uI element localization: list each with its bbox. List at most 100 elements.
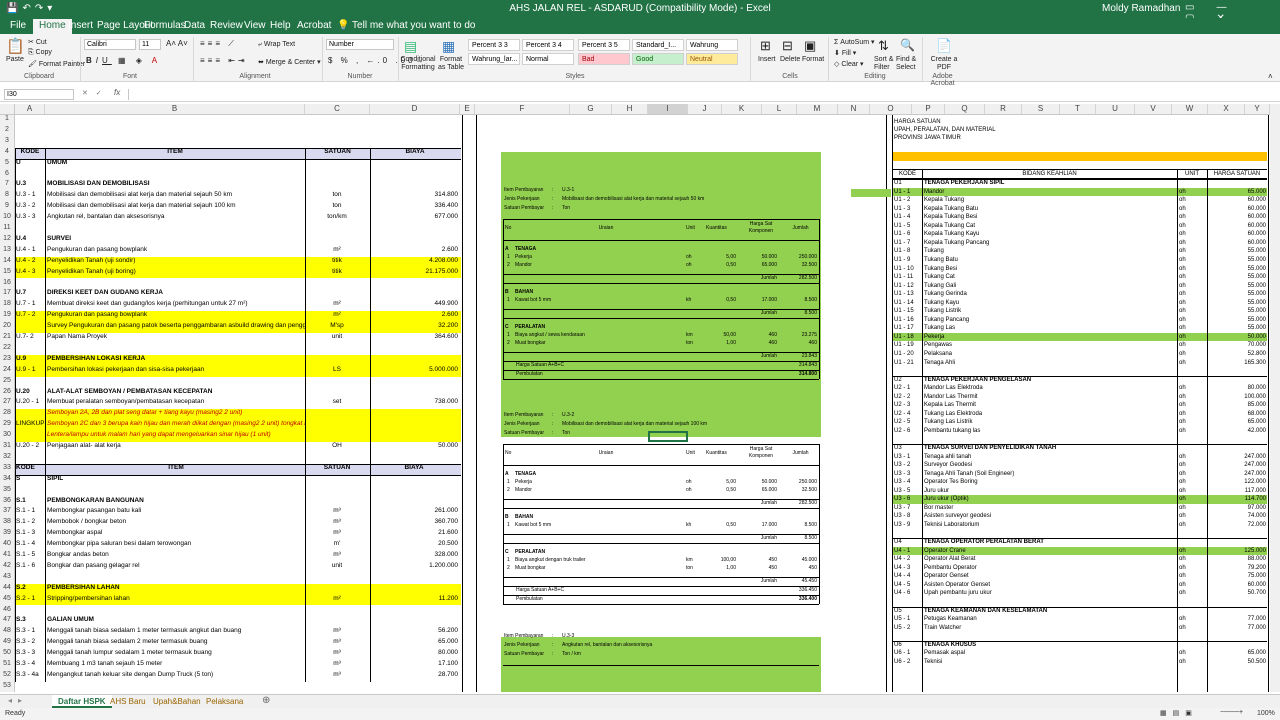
find-select-icon[interactable]: 🔍 <box>900 38 915 52</box>
column-header-Y[interactable]: Y <box>1245 104 1270 114</box>
row-header-44[interactable]: 44 <box>0 584 14 591</box>
create-pdf-icon[interactable]: 📄 <box>936 38 952 54</box>
row-header-52[interactable]: 52 <box>0 671 14 678</box>
column-header-E[interactable]: E <box>460 104 475 114</box>
column-header-B[interactable]: B <box>45 104 305 114</box>
row-header-39[interactable]: 39 <box>0 529 14 536</box>
row-header-3[interactable]: 3 <box>0 137 14 144</box>
add-sheet-icon[interactable]: ⊕ <box>262 695 270 706</box>
column-header-L[interactable]: L <box>762 104 797 114</box>
font-size-combo[interactable]: 11 <box>139 39 161 50</box>
insert-cells-button[interactable]: Insert <box>758 56 776 63</box>
format-painter-button[interactable]: 🖌 Format Painter <box>28 60 85 68</box>
ribbon-tab-2[interactable]: Insert <box>68 20 93 31</box>
grow-shrink-font[interactable]: A˄ A˅ <box>166 39 188 48</box>
column-header-S[interactable]: S <box>1022 104 1060 114</box>
row-header-41[interactable]: 41 <box>0 551 14 558</box>
style-cell-6[interactable]: Normal <box>522 53 574 65</box>
style-cell-9[interactable]: Neutral <box>686 53 738 65</box>
row-header-38[interactable]: 38 <box>0 518 14 525</box>
sheet-tab-3[interactable]: Pelaksana <box>200 695 249 708</box>
style-cell-2[interactable]: Percent 3 5 <box>578 39 630 51</box>
column-header-T[interactable]: T <box>1060 104 1096 114</box>
column-header-W[interactable]: W <box>1172 104 1208 114</box>
formula-cancel-enter[interactable]: ✕ ✓ <box>82 89 105 97</box>
ribbon-tab-0[interactable]: File <box>10 20 26 31</box>
row-header-16[interactable]: 16 <box>0 279 14 286</box>
row-header-28[interactable]: 28 <box>0 409 14 416</box>
row-header-2[interactable]: 2 <box>0 126 14 133</box>
clear-button[interactable]: ◇ Clear ▾ <box>834 60 864 68</box>
row-header-47[interactable]: 47 <box>0 616 14 623</box>
row-header-33[interactable]: 33 <box>0 464 14 471</box>
row-header-1[interactable]: 1 <box>0 115 14 122</box>
zoom-level[interactable]: 100% <box>1257 710 1275 717</box>
selected-cell-outline[interactable] <box>648 431 688 442</box>
column-header-R[interactable]: R <box>985 104 1022 114</box>
ribbon-tab-10[interactable]: 💡 Tell me what you want to do <box>337 20 475 31</box>
row-header-31[interactable]: 31 <box>0 442 14 449</box>
column-header-M[interactable]: M <box>797 104 838 114</box>
font-name-combo[interactable]: Calibri <box>84 39 136 50</box>
column-header-J[interactable]: J <box>688 104 722 114</box>
row-header-14[interactable]: 14 <box>0 257 14 264</box>
row-header-43[interactable]: 43 <box>0 573 14 580</box>
ribbon-tab-1[interactable]: Home <box>33 19 72 34</box>
row-header-36[interactable]: 36 <box>0 497 14 504</box>
row-header-12[interactable]: 12 <box>0 235 14 242</box>
style-cell-1[interactable]: Percent 3 4 <box>522 39 574 51</box>
select-all-corner[interactable] <box>0 104 15 115</box>
format-cells-button[interactable]: Format <box>802 56 824 63</box>
ribbon-tab-6[interactable]: Review <box>210 20 243 31</box>
delete-cells-button[interactable]: Delete <box>780 56 800 63</box>
style-cell-5[interactable]: Wahrung_lar... <box>468 53 520 65</box>
fx-label[interactable]: fx <box>114 88 120 97</box>
row-header-19[interactable]: 19 <box>0 311 14 318</box>
number-format-combo[interactable]: Number <box>326 39 394 50</box>
row-header-10[interactable]: 10 <box>0 213 14 220</box>
column-header-Q[interactable]: Q <box>945 104 985 114</box>
worksheet-grid[interactable]: KODE ITEM SATUAN BIAYA U UMUM U.3 MOBILISASI DA… <box>15 115 1270 692</box>
row-header-15[interactable]: 15 <box>0 268 14 275</box>
conditional-formatting-icon[interactable]: ▤ <box>404 38 417 55</box>
column-header-K[interactable]: K <box>722 104 762 114</box>
insert-cells-icon[interactable]: ⊞ <box>760 38 771 54</box>
sheet-nav-arrows[interactable]: ◂▸ <box>8 696 28 705</box>
create-pdf-button[interactable]: Create a PDF <box>930 56 958 72</box>
row-header-48[interactable]: 48 <box>0 627 14 634</box>
row-header-20[interactable]: 20 <box>0 322 14 329</box>
row-header-30[interactable]: 30 <box>0 431 14 438</box>
bold-italic-underline[interactable]: BIU ▦ ◈ A <box>86 56 161 65</box>
align-top-buttons[interactable]: ≡≡≡ ⟋ <box>200 39 237 49</box>
wrap-text-button[interactable]: ⤶ Wrap Text <box>258 41 295 49</box>
row-header-23[interactable]: 23 <box>0 355 14 362</box>
name-box[interactable]: I30 <box>4 89 74 100</box>
paste-button[interactable]: Paste <box>6 56 24 63</box>
vertical-scrollbar[interactable] <box>1270 104 1280 692</box>
row-header-32[interactable]: 32 <box>0 453 14 460</box>
find-select-button[interactable]: Find & Select <box>896 56 920 72</box>
column-header-D[interactable]: D <box>370 104 460 114</box>
row-header-45[interactable]: 45 <box>0 595 14 602</box>
row-header-9[interactable]: 9 <box>0 202 14 209</box>
row-header-34[interactable]: 34 <box>0 475 14 482</box>
column-header-X[interactable]: X <box>1208 104 1245 114</box>
row-header-17[interactable]: 17 <box>0 289 14 296</box>
zoom-slider[interactable]: −───+ <box>1220 709 1243 716</box>
column-header-C[interactable]: C <box>305 104 370 114</box>
autosum-button[interactable]: Σ AutoSum ▾ <box>834 38 875 46</box>
ribbon-tab-4[interactable]: Formulas <box>144 20 186 31</box>
ribbon-tab-7[interactable]: View <box>244 20 266 31</box>
merge-center-button[interactable]: ⬌ Merge & Center ▾ <box>258 58 321 66</box>
style-cell-8[interactable]: Good <box>632 53 684 65</box>
sheet-tab-2[interactable]: Upah&Bahan <box>147 695 207 708</box>
row-header-21[interactable]: 21 <box>0 333 14 340</box>
sort-filter-icon[interactable]: ⇅ <box>878 38 889 54</box>
row-header-24[interactable]: 24 <box>0 366 14 373</box>
view-buttons[interactable]: ▦▤▣ <box>1160 709 1198 717</box>
column-header-I[interactable]: I <box>648 104 688 114</box>
row-header-4[interactable]: 4 <box>0 148 14 155</box>
row-header-26[interactable]: 26 <box>0 388 14 395</box>
style-cell-7[interactable]: Bad <box>578 53 630 65</box>
ribbon-tab-8[interactable]: Help <box>270 20 291 31</box>
